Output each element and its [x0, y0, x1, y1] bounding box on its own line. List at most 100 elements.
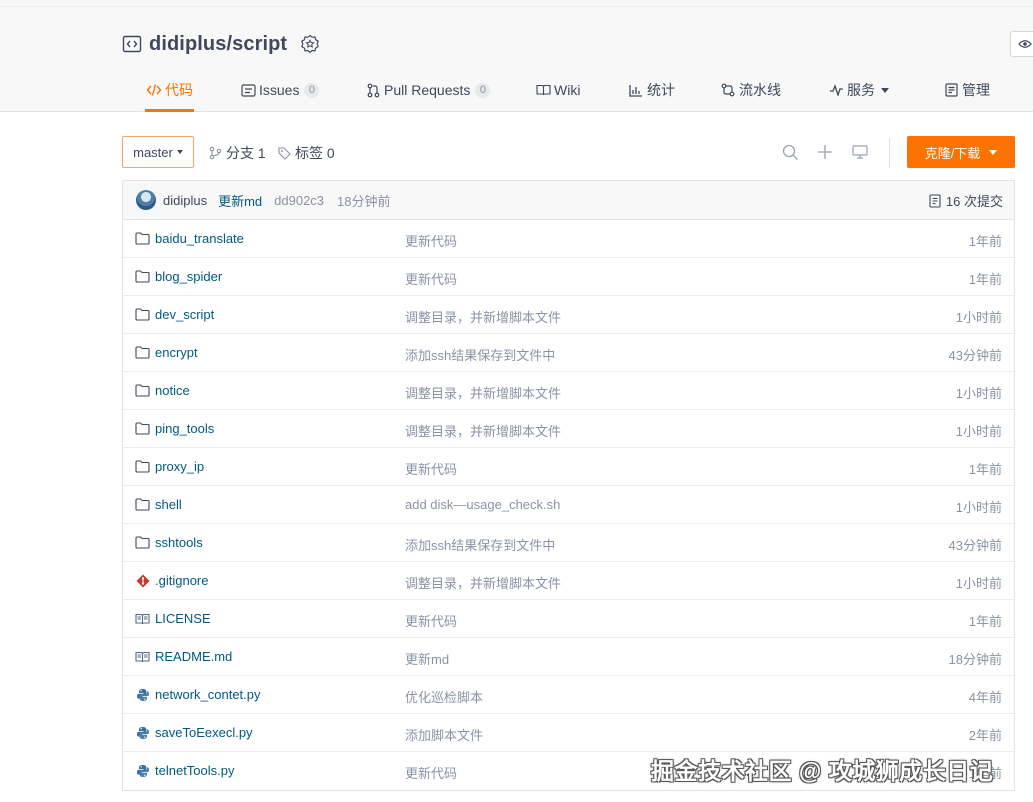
file-row[interactable]: saveToEexecl.py 添加脚本文件 2年前 — [123, 714, 1014, 752]
file-commit-time: 18分钟前 — [948, 652, 1002, 667]
file-name[interactable]: network_contet.py — [155, 687, 261, 702]
tab-pipeline-label: 流水线 — [739, 82, 781, 98]
tab-service-label: 服务 — [847, 82, 875, 98]
file-commit-message[interactable]: 更新代码 — [405, 763, 457, 782]
file-name[interactable]: README.md — [155, 649, 232, 664]
search-icon[interactable] — [781, 143, 799, 161]
file-commit-message[interactable]: 调整目录，并新增脚本文件 — [405, 383, 561, 402]
file-row[interactable]: ping_tools 调整目录，并新增脚本文件 1小时前 — [123, 410, 1014, 448]
clone-download-button[interactable]: 克隆/下载 — [907, 136, 1015, 168]
commit-message[interactable]: 更新md — [218, 191, 262, 210]
add-file-icon[interactable] — [816, 143, 834, 161]
folder-icon — [135, 307, 150, 322]
tab-pull-requests[interactable]: Pull Requests 0 — [365, 70, 491, 110]
tab-code[interactable]: 代码 — [145, 70, 194, 112]
avatar[interactable] — [136, 190, 156, 210]
clone-label: 克隆/下载 — [924, 145, 981, 161]
web-ide-icon[interactable] — [851, 143, 869, 161]
chevron-down-icon — [176, 150, 183, 154]
file-commit-time: 1年前 — [968, 234, 1002, 249]
file-commit-message[interactable]: 更新代码 — [405, 611, 457, 630]
document-icon — [135, 649, 150, 664]
tab-manage[interactable]: 管理 — [943, 70, 990, 110]
file-commit-time: 1小时前 — [955, 386, 1002, 401]
tag-icon — [278, 146, 291, 160]
file-name[interactable]: saveToEexecl.py — [155, 725, 253, 740]
file-name[interactable]: dev_script — [155, 307, 214, 322]
file-commit-message[interactable]: 调整目录，并新增脚本文件 — [405, 307, 561, 326]
file-name[interactable]: ping_tools — [155, 421, 214, 436]
file-name[interactable]: notice — [155, 383, 190, 398]
folder-icon — [135, 497, 150, 512]
file-row[interactable]: blog_spider 更新代码 1年前 — [123, 258, 1014, 296]
file-commit-message[interactable]: 更新md — [405, 649, 449, 668]
file-name[interactable]: telnetTools.py — [155, 763, 235, 778]
tab-manage-label: 管理 — [962, 82, 990, 98]
watch-button[interactable] — [1010, 31, 1033, 57]
pull-request-icon — [365, 82, 381, 98]
branches-label: 分支 1 — [226, 145, 266, 161]
file-row[interactable]: LICENSE 更新代码 1年前 — [123, 600, 1014, 638]
file-commit-message[interactable]: 优化巡检脚本 — [405, 687, 483, 706]
file-row[interactable]: dev_script 调整目录，并新增脚本文件 1小时前 — [123, 296, 1014, 334]
tab-issues-label: Issues — [259, 82, 300, 98]
commits-count-link[interactable]: 16 次提交 — [929, 181, 1003, 220]
branch-name: master — [133, 144, 173, 160]
file-name[interactable]: blog_spider — [155, 269, 222, 284]
file-commit-time: 1年前 — [968, 614, 1002, 629]
file-commit-message[interactable]: 调整目录，并新增脚本文件 — [405, 421, 561, 440]
tab-wiki[interactable]: Wiki — [535, 70, 580, 110]
file-name[interactable]: LICENSE — [155, 611, 211, 626]
repo-name[interactable]: didiplus/script — [149, 33, 287, 56]
file-name[interactable]: baidu_translate — [155, 231, 244, 246]
wiki-icon — [535, 82, 551, 98]
tags-link[interactable]: 标签 0 — [278, 143, 335, 163]
file-row[interactable]: baidu_translate 更新代码 1年前 — [123, 220, 1014, 258]
python-icon — [135, 687, 150, 702]
file-row[interactable]: sshtools 添加ssh结果保存到文件中 43分钟前 — [123, 524, 1014, 562]
file-commit-message[interactable]: 调整目录，并新增脚本文件 — [405, 573, 561, 592]
file-commit-message[interactable]: 添加脚本文件 — [405, 725, 483, 744]
file-commit-time: 43分钟前 — [948, 538, 1002, 553]
commit-author[interactable]: didiplus — [163, 193, 207, 208]
document-icon — [135, 611, 150, 626]
commit-sha[interactable]: dd902c3 — [274, 193, 324, 208]
file-commit-message[interactable]: 更新代码 — [405, 269, 457, 288]
tab-stats[interactable]: 统计 — [628, 70, 675, 110]
file-row[interactable]: network_contet.py 优化巡检脚本 4年前 — [123, 676, 1014, 714]
recommend-badge-icon[interactable] — [300, 34, 320, 54]
branch-select[interactable]: master — [122, 136, 194, 168]
file-row[interactable]: encrypt 添加ssh结果保存到文件中 43分钟前 — [123, 334, 1014, 372]
file-name[interactable]: .gitignore — [155, 573, 208, 588]
file-commit-message[interactable]: 更新代码 — [405, 459, 457, 478]
file-name[interactable]: shell — [155, 497, 182, 512]
branches-link[interactable]: 分支 1 — [209, 143, 266, 163]
tab-issues[interactable]: Issues 0 — [240, 70, 320, 110]
repo-title-bar: didiplus/script — [122, 30, 320, 58]
file-name[interactable]: encrypt — [155, 345, 198, 360]
file-row[interactable]: .gitignore 调整目录，并新增脚本文件 1小时前 — [123, 562, 1014, 600]
file-commit-message[interactable]: add disk—usage_check.sh — [405, 497, 560, 512]
file-name[interactable]: proxy_ip — [155, 459, 204, 474]
tab-service[interactable]: 服务 — [828, 70, 889, 110]
file-row[interactable]: notice 调整目录，并新增脚本文件 1小时前 — [123, 372, 1014, 410]
chevron-down-icon — [881, 87, 889, 93]
file-commit-message[interactable]: 添加ssh结果保存到文件中 — [405, 535, 555, 554]
stats-icon — [628, 82, 644, 98]
tab-pull-requests-label: Pull Requests — [384, 82, 471, 98]
file-row[interactable]: proxy_ip 更新代码 1年前 — [123, 448, 1014, 486]
tags-label: 标签 0 — [295, 145, 335, 161]
file-row[interactable]: README.md 更新md 18分钟前 — [123, 638, 1014, 676]
file-commit-time: 1小时前 — [955, 500, 1002, 515]
file-commit-time: 1小时前 — [955, 424, 1002, 439]
tab-pipeline[interactable]: 流水线 — [720, 70, 781, 110]
tab-wiki-label: Wiki — [554, 82, 581, 98]
pipeline-icon — [720, 82, 736, 98]
file-commit-message[interactable]: 添加ssh结果保存到文件中 — [405, 345, 555, 364]
folder-icon — [135, 345, 150, 360]
file-row[interactable]: shell add disk—usage_check.sh 1小时前 — [123, 486, 1014, 524]
file-commit-message[interactable]: 更新代码 — [405, 231, 457, 250]
branch-icon — [209, 146, 222, 160]
folder-icon — [135, 421, 150, 436]
file-name[interactable]: sshtools — [155, 535, 203, 550]
